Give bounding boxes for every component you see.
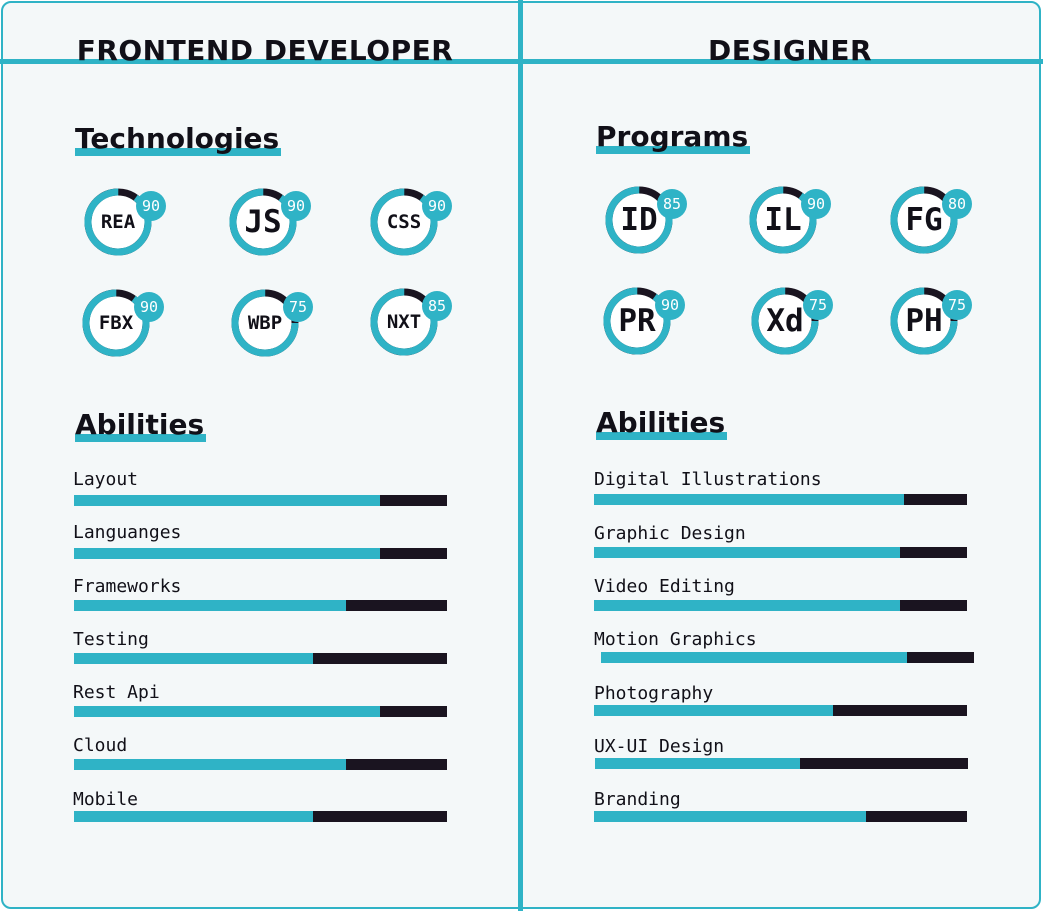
skill-label-motion-graphics: Motion Graphics — [594, 629, 757, 650]
score-badge: 85 — [657, 189, 687, 219]
skill-bar-testing — [74, 653, 447, 664]
tool-circle-pr: PR 90 — [603, 287, 685, 355]
tool-circle-fg: FG 80 — [890, 186, 972, 254]
skill-label-graphic-design: Graphic Design — [594, 523, 746, 544]
score-badge: 75 — [283, 292, 313, 322]
skill-bar-motion-graphics — [601, 652, 974, 663]
skill-bar-digital-illustrations — [594, 494, 967, 505]
skill-bar-cloud — [74, 759, 447, 770]
skill-bar-branding — [594, 811, 967, 822]
tool-circle-il: IL 90 — [749, 186, 831, 254]
skill-label-video-editing: Video Editing — [594, 576, 735, 597]
tool-circle-nxt: NXT 85 — [370, 288, 452, 356]
score-badge: 90 — [136, 191, 166, 221]
column-title-frontend: FRONTEND DEVELOPER — [76, 34, 454, 67]
skill-label-digital-illustrations: Digital Illustrations — [594, 469, 822, 490]
section-title-abilities-designer: Abilities — [596, 406, 728, 440]
skill-label-layout: Layout — [73, 469, 139, 490]
tool-circle-fbx: FBX 90 — [82, 289, 164, 357]
section-title-technologies: Technologies — [75, 122, 282, 156]
score-badge: 90 — [281, 191, 311, 221]
score-badge: 75 — [942, 290, 972, 320]
tool-circle-ph: PH 75 — [890, 287, 972, 355]
tool-circle-js: JS 90 — [229, 188, 311, 256]
score-badge: 90 — [655, 290, 685, 320]
score-badge: 90 — [801, 189, 831, 219]
column-divider — [518, 0, 523, 911]
tool-circle-wbp: WBP 75 — [231, 289, 313, 357]
tool-circle-rea: REA 90 — [84, 188, 166, 256]
score-badge: 90 — [422, 191, 452, 221]
skill-label-rest-api: Rest Api — [73, 682, 160, 703]
tool-circle-xd: Xd 75 — [751, 287, 833, 355]
skill-label-languanges: Languanges — [73, 522, 182, 543]
skill-label-branding: Branding — [594, 789, 681, 810]
skill-label-photography: Photography — [594, 683, 714, 704]
skill-bar-video-editing — [594, 600, 967, 611]
skill-label-ux-ui-design: UX-UI Design — [594, 736, 725, 757]
skill-label-mobile: Mobile — [73, 789, 139, 810]
tool-circle-css: CSS 90 — [370, 188, 452, 256]
score-badge: 85 — [422, 291, 452, 321]
skill-bar-ux-ui-design — [595, 758, 968, 769]
score-badge: 75 — [803, 290, 833, 320]
skill-bar-graphic-design — [594, 547, 967, 558]
skill-label-testing: Testing — [73, 629, 149, 650]
score-badge: 80 — [942, 189, 972, 219]
skill-bar-languanges — [74, 548, 447, 559]
skill-bar-mobile — [74, 811, 447, 822]
skill-label-cloud: Cloud — [73, 735, 128, 756]
section-title-programs: Programs — [596, 120, 751, 154]
skill-bar-photography — [594, 705, 967, 716]
tool-circle-id: ID 85 — [605, 186, 687, 254]
section-title-abilities-frontend: Abilities — [75, 408, 207, 442]
column-title-designer: DESIGNER — [707, 34, 873, 67]
skill-bar-layout — [74, 495, 447, 506]
skill-bar-frameworks — [74, 600, 447, 611]
skill-bar-rest-api — [74, 706, 447, 717]
skill-label-frameworks: Frameworks — [73, 576, 182, 597]
score-badge: 90 — [134, 292, 164, 322]
